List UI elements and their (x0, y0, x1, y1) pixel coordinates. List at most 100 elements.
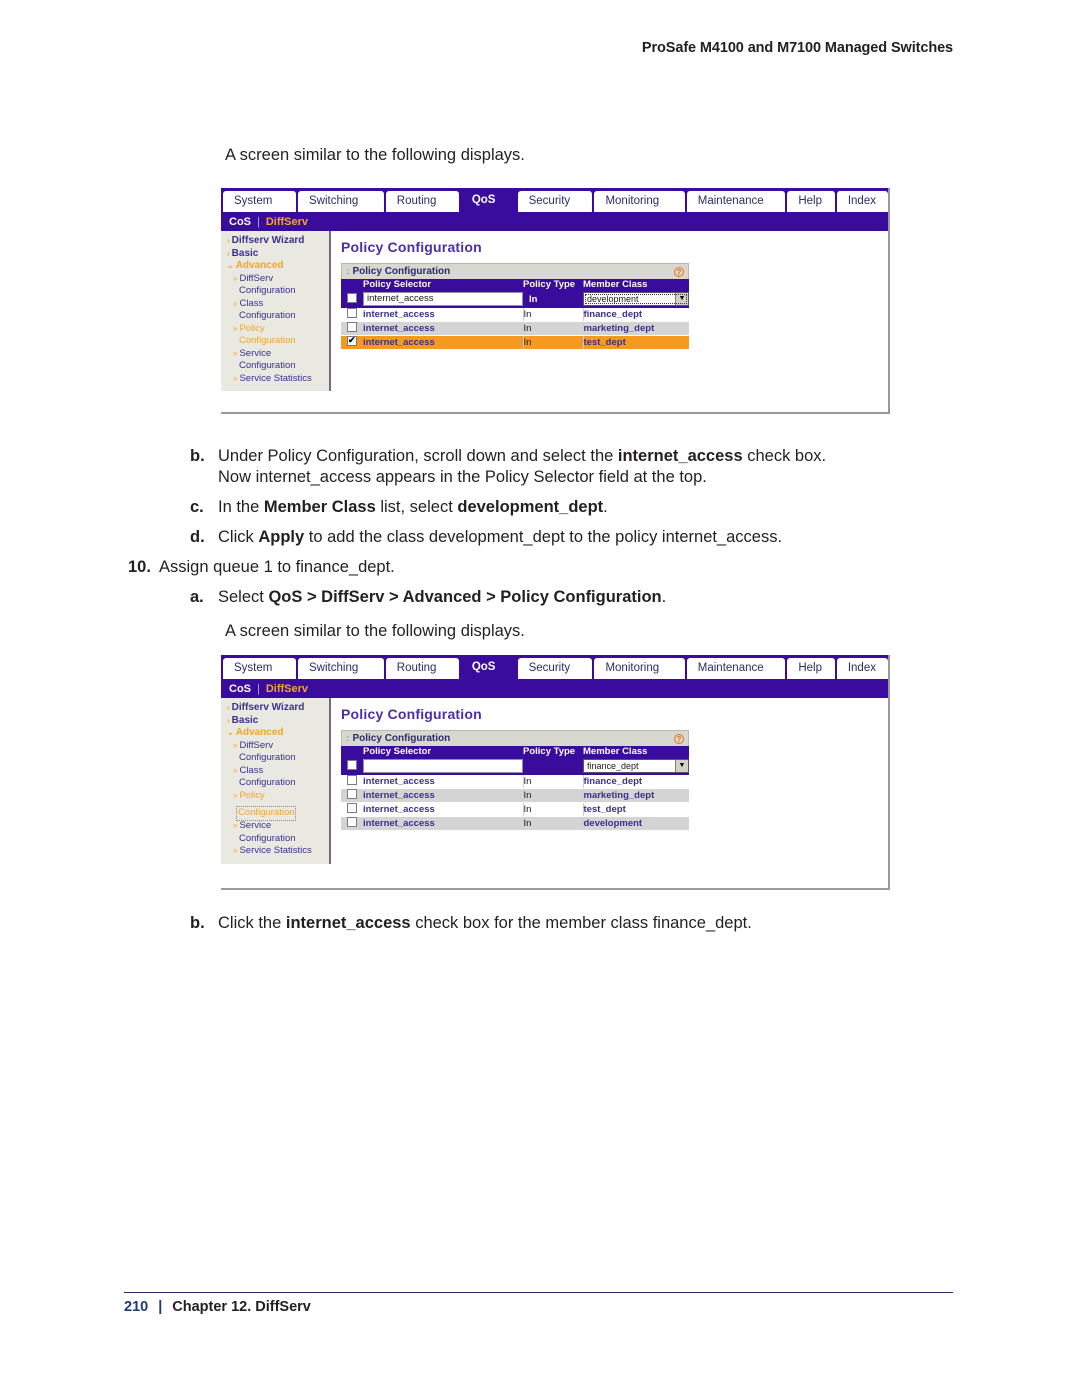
member-class-dropdown[interactable]: development ▼ (583, 292, 689, 306)
row-checkbox-cell (341, 775, 363, 789)
tab-routing[interactable]: Routing (385, 191, 459, 212)
sidebar-item-service-statistics[interactable]: » Service Statistics (225, 845, 329, 858)
sidebar-item-service-statistics[interactable]: » Service Statistics (225, 373, 329, 386)
row-checkbox[interactable] (347, 293, 357, 303)
table-row[interactable]: internet_access In finance_dept (341, 308, 689, 322)
panel-header-2: :: Policy Configuration ? (341, 730, 689, 746)
step-10-label: 10. (128, 558, 151, 576)
row-checkbox[interactable] (347, 335, 357, 346)
row-checkbox-cell (341, 335, 363, 350)
chevron-right-icon: » (233, 273, 238, 283)
policy-selector-input[interactable] (363, 759, 523, 773)
sidebar-item-service-configuration[interactable]: Configuration (225, 360, 329, 373)
sidebar-item-class[interactable]: » Class (225, 298, 329, 311)
step-a-10-pre: Select (218, 588, 269, 606)
step-a-10-bold: QoS > DiffServ > Advanced > Policy Confi… (268, 588, 662, 606)
sidebar-item-diffserv-configuration[interactable]: Configuration (225, 752, 329, 765)
tab-monitoring[interactable]: Monitoring (594, 658, 685, 679)
step-b-1-body: Under Policy Configuration, scroll down … (218, 446, 960, 488)
header-checkbox-cell (341, 746, 363, 757)
tab-help[interactable]: Help (787, 658, 835, 679)
row-checkbox[interactable] (347, 789, 357, 799)
header-checkbox-cell (341, 279, 363, 290)
tab-security[interactable]: Security (517, 191, 593, 212)
tab-index[interactable]: Index (836, 191, 888, 212)
sidebar-item-basic[interactable]: › Basic (225, 248, 329, 261)
row-checkbox[interactable] (347, 308, 357, 318)
tab-maintenance[interactable]: Maintenance (686, 191, 786, 212)
tab-help[interactable]: Help (787, 191, 835, 212)
sidebar-item-advanced[interactable]: ⌄ Advanced (225, 260, 329, 273)
grip-icon: :: (346, 267, 350, 276)
step-a-10-post: . (661, 588, 667, 606)
tab-monitoring[interactable]: Monitoring (594, 191, 685, 212)
sidebar-item-label: DiffServ (239, 272, 274, 284)
help-icon[interactable]: ? (674, 733, 684, 744)
member-class-dropdown-value: development (587, 294, 639, 304)
policy-selector-input[interactable]: internet_access (363, 292, 523, 306)
step-b-2: b. Click the internet_access check box f… (190, 913, 980, 934)
tab-qos[interactable]: QoS (460, 189, 516, 212)
row-checkbox[interactable] (347, 803, 357, 813)
sidebar-item-class-configuration[interactable]: Configuration (225, 310, 329, 323)
sidebar-item-advanced[interactable]: ⌄ Advanced (225, 727, 329, 740)
table-row[interactable]: internet_access In finance_dept (341, 775, 689, 789)
subnav-item-cos[interactable]: CoS (229, 216, 251, 228)
sidebar-item-diffserv-wizard[interactable]: › Diffserv Wizard (225, 235, 329, 248)
sidebar-item-diffserv[interactable]: » DiffServ (225, 273, 329, 286)
tab-system[interactable]: System (223, 658, 297, 679)
chevron-down-icon: ⌄ (227, 728, 234, 737)
tab-switching[interactable]: Switching (298, 191, 384, 212)
table-row[interactable]: internet_access In test_dept (341, 802, 689, 817)
sidebar-item-policy[interactable]: » Policy (225, 790, 329, 803)
row-policy-type: In (522, 308, 584, 322)
row-checkbox[interactable] (347, 322, 357, 332)
sidebar-item-label: Basic (231, 714, 259, 726)
subnav-item-cos[interactable]: CoS (229, 683, 251, 695)
subnav-item-diffserv[interactable]: DiffServ (266, 216, 308, 228)
row-checkbox[interactable] (347, 760, 357, 770)
sidebar-item-diffserv[interactable]: » DiffServ (225, 740, 329, 753)
member-class-dropdown[interactable]: finance_dept ▼ (583, 759, 689, 773)
tab-routing[interactable]: Routing (385, 658, 459, 679)
tab-system[interactable]: System (223, 191, 297, 212)
table-row[interactable]: internet_access In test_dept (341, 335, 689, 350)
row-checkbox-cell (341, 816, 363, 831)
sidebar-item-policy[interactable]: » Policy (225, 323, 329, 336)
chevron-right-icon: › (227, 236, 230, 245)
table-row[interactable]: internet_access In marketing_dept (341, 321, 689, 336)
row-checkbox[interactable] (347, 775, 357, 785)
sidebar-item-label: Class (239, 297, 264, 309)
tab-security[interactable]: Security (517, 658, 593, 679)
sidebar-item-class-configuration[interactable]: Configuration (225, 777, 329, 790)
sidebar-item-diffserv-configuration[interactable]: Configuration (225, 285, 329, 298)
sidebar-item-policy-configuration[interactable]: Configuration (236, 806, 296, 821)
row-policy-type: In (522, 816, 584, 831)
step-b-1-line1-post: check box. (742, 447, 827, 465)
row-checkbox[interactable] (347, 817, 357, 827)
tab-switching[interactable]: Switching (298, 658, 384, 679)
step-10: 10. Assign queue 1 to finance_dept. (128, 557, 918, 578)
sidebar-item-policy-configuration[interactable]: Configuration (225, 335, 329, 348)
tab-index[interactable]: Index (836, 658, 888, 679)
policy-selector-input-cell (363, 757, 523, 775)
policy-configuration-table-2: Policy Selector Policy Type Member Class… (341, 746, 689, 831)
sidebar-item-service-configuration[interactable]: Configuration (225, 833, 329, 846)
row-policy-type: In (522, 775, 584, 789)
sidebar-item-basic[interactable]: › Basic (225, 715, 329, 728)
row-member-class: marketing_dept (583, 788, 689, 803)
table-row[interactable]: internet_access In marketing_dept (341, 788, 689, 803)
policy-configuration-panel-1: :: Policy Configuration ? Policy Selecto… (341, 263, 689, 350)
row-policy-selector: internet_access (363, 308, 523, 322)
subnav-separator: | (257, 215, 260, 228)
sidebar-item-service[interactable]: » Service (225, 820, 329, 833)
table-input-row-2: finance_dept ▼ (341, 757, 689, 775)
sidebar-item-service[interactable]: » Service (225, 348, 329, 361)
help-icon[interactable]: ? (674, 266, 684, 277)
sidebar-item-class[interactable]: » Class (225, 765, 329, 778)
tab-maintenance[interactable]: Maintenance (686, 658, 786, 679)
subnav-item-diffserv[interactable]: DiffServ (266, 683, 308, 695)
table-row[interactable]: internet_access In development (341, 816, 689, 831)
sidebar-item-diffserv-wizard[interactable]: › Diffserv Wizard (225, 702, 329, 715)
tab-qos[interactable]: QoS (460, 656, 516, 679)
